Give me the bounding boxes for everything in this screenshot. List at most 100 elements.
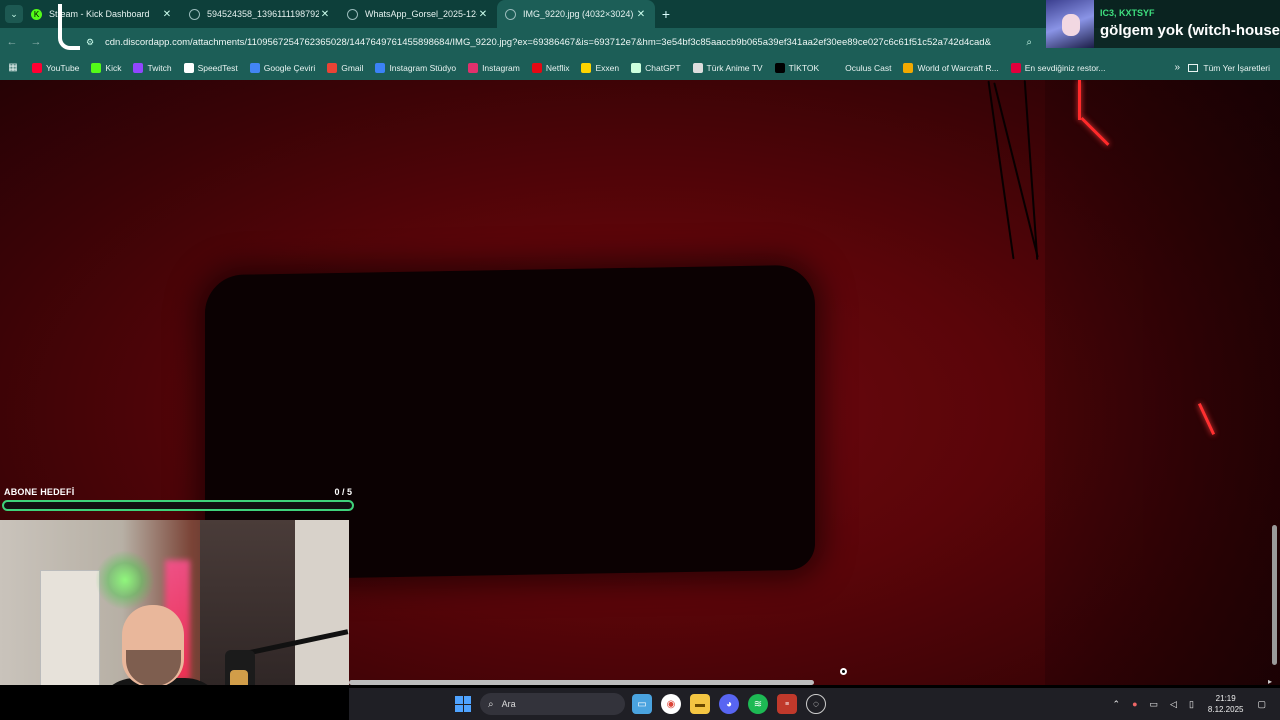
tab-img-9220[interactable]: IMG_9220.jpg (4032×3024) ✕: [497, 0, 655, 28]
search-icon: ⌕: [488, 698, 494, 710]
chrome-icon[interactable]: ◉: [661, 694, 681, 714]
widget-app-icon[interactable]: ▭: [632, 694, 652, 714]
vertical-scrollbar[interactable]: [1272, 525, 1277, 665]
new-tab-button[interactable]: +: [655, 6, 677, 22]
close-icon[interactable]: ✕: [477, 9, 489, 20]
bookmark-favicon-icon: [91, 62, 102, 73]
bookmark-item[interactable]: Google Çeviri: [244, 62, 322, 73]
bookmark-label: Gmail: [341, 62, 364, 73]
voicemod-icon[interactable]: ≡: [777, 694, 797, 714]
bookmark-label: World of Warcraft R...: [917, 62, 999, 73]
overlay-background: [0, 685, 349, 720]
tab-image-1[interactable]: 594524358_13961111987922881 ✕: [181, 0, 339, 28]
close-icon[interactable]: ✕: [161, 9, 173, 20]
bookmark-label: SpeedTest: [197, 62, 238, 73]
obs-icon[interactable]: ◌: [806, 694, 826, 714]
volume-icon[interactable]: ◁: [1170, 699, 1177, 710]
bookmark-item[interactable]: Instagram: [462, 62, 526, 73]
goal-progress-bar: [2, 500, 354, 511]
tab-search-button[interactable]: ⌄: [5, 5, 23, 23]
bookmark-item[interactable]: Türk Anime TV: [687, 62, 769, 73]
bookmark-favicon-icon: [1010, 62, 1021, 73]
bookmark-favicon-icon: [32, 62, 42, 73]
spotify-icon[interactable]: ≋: [748, 694, 768, 714]
scroll-right-icon[interactable]: ▸: [1268, 677, 1272, 685]
apps-grid-icon[interactable]: ▦: [0, 62, 26, 73]
bookmark-favicon-icon: [581, 62, 592, 73]
bookmark-label: Türk Anime TV: [706, 62, 763, 73]
led-strip: [1078, 80, 1081, 120]
windows-start-icon[interactable]: [455, 696, 471, 712]
bookmark-favicon-icon: [631, 62, 642, 73]
song-artist: IC3, KXTSYF: [1100, 8, 1155, 18]
globe-icon: [505, 8, 516, 20]
bookmark-label: Instagram: [482, 62, 520, 73]
close-icon[interactable]: ✕: [635, 9, 647, 20]
bookmark-item[interactable]: World of Warcraft R...: [897, 62, 1004, 73]
bookmark-label: Oculus Cast: [845, 62, 892, 73]
bookmarks-bar: ▦ YouTube Kick Twitch SpeedTest Google Çevir…: [0, 55, 1280, 80]
tab-title: 594524358_13961111987922881: [207, 9, 319, 19]
bookmark-item[interactable]: Exxen: [575, 62, 625, 73]
file-explorer-icon[interactable]: ▬: [690, 694, 710, 714]
bookmark-favicon-icon: [531, 62, 542, 73]
folder-icon: [1188, 63, 1199, 72]
bookmark-label: TİKTOK: [788, 62, 820, 73]
bookmark-item[interactable]: ChatGPT: [625, 62, 686, 73]
bookmark-item[interactable]: En sevdiğiniz restor...: [1005, 62, 1112, 73]
bookmark-favicon-icon: [375, 62, 386, 73]
screen: ⌄ K Stream - Kick Dashboard ✕ 594524358_…: [0, 0, 1280, 720]
site-info-icon[interactable]: ⚙: [86, 37, 102, 48]
bookmark-label: Exxen: [595, 62, 620, 73]
bookmark-item[interactable]: TİKTOK: [769, 62, 826, 73]
bookmark-item[interactable]: SpeedTest: [178, 62, 244, 73]
neon-cactus-light: [95, 550, 155, 610]
battery-icon[interactable]: ▯: [1189, 699, 1194, 710]
bookmark-favicon-icon: [831, 62, 842, 73]
song-title: gölgem yok (witch-house: [1100, 22, 1280, 39]
horizontal-scrollbar[interactable]: [349, 680, 814, 685]
tab-kick-dashboard[interactable]: K Stream - Kick Dashboard ✕: [23, 0, 181, 28]
bookmark-favicon-icon: [903, 62, 914, 73]
bookmark-label: Netflix: [545, 62, 570, 73]
clock[interactable]: 21:19 8.12.2025: [1208, 693, 1244, 715]
clock-time: 21:19: [1215, 694, 1236, 703]
bookmark-item[interactable]: Oculus Cast: [825, 62, 897, 73]
discord-icon[interactable]: ◕: [719, 694, 739, 714]
bookmark-label: YouTube: [46, 62, 80, 73]
bookmark-item[interactable]: Twitch: [127, 62, 177, 73]
bookmark-favicon-icon: [692, 62, 703, 73]
address-bar[interactable]: ⚙ cdn.discordapp.com/attachments/1109567…: [80, 31, 1040, 53]
album-art-face: [1062, 14, 1080, 36]
now-playing-widget: IC3, KXTSYF gölgem yok (witch-house: [1046, 0, 1280, 48]
chevron-up-icon[interactable]: ⌃: [1113, 699, 1121, 710]
close-icon[interactable]: ✕: [319, 9, 331, 20]
background-shadow: [1045, 80, 1280, 685]
chevron-down-icon: ⌄: [10, 8, 18, 19]
taskbar-search[interactable]: ⌕ Ara: [480, 693, 625, 715]
bookmark-item[interactable]: Netflix: [526, 62, 576, 73]
bookmark-item[interactable]: Kick: [85, 62, 127, 73]
all-bookmarks-folder[interactable]: Tüm Yer İşaretleri: [1188, 63, 1270, 73]
forward-icon[interactable]: →: [24, 36, 48, 48]
taskbar-search-text: Ara: [501, 699, 516, 709]
bookmark-item[interactable]: YouTube: [26, 62, 85, 73]
cursor-trail: [58, 4, 80, 50]
bookmark-label: Instagram Stüdyo: [389, 62, 457, 73]
bookmark-item[interactable]: Instagram Stüdyo: [369, 62, 462, 73]
goal-label: ABONE HEDEFİ: [4, 487, 75, 497]
bookmark-item[interactable]: Gmail: [321, 62, 369, 73]
microphone-icon[interactable]: ●: [1132, 699, 1137, 709]
globe-icon: [189, 8, 200, 20]
subscriber-goal-widget: ABONE HEDEFİ 0 / 5: [2, 487, 354, 513]
more-bookmarks-icon[interactable]: »: [1174, 62, 1180, 73]
notification-icon[interactable]: ▢: [1257, 699, 1266, 710]
bookmark-favicon-icon: [183, 62, 194, 73]
network-icon[interactable]: ▭: [1150, 699, 1159, 710]
bookmark-favicon-icon: [249, 62, 260, 73]
clock-date: 8.12.2025: [1207, 705, 1244, 714]
zoom-icon[interactable]: ⌕: [1026, 37, 1032, 48]
back-icon[interactable]: ←: [0, 36, 24, 48]
mouse-cursor-icon: [840, 668, 847, 675]
tab-whatsapp-image[interactable]: WhatsApp_Gorsel_2025-12-08 ✕: [339, 0, 497, 28]
